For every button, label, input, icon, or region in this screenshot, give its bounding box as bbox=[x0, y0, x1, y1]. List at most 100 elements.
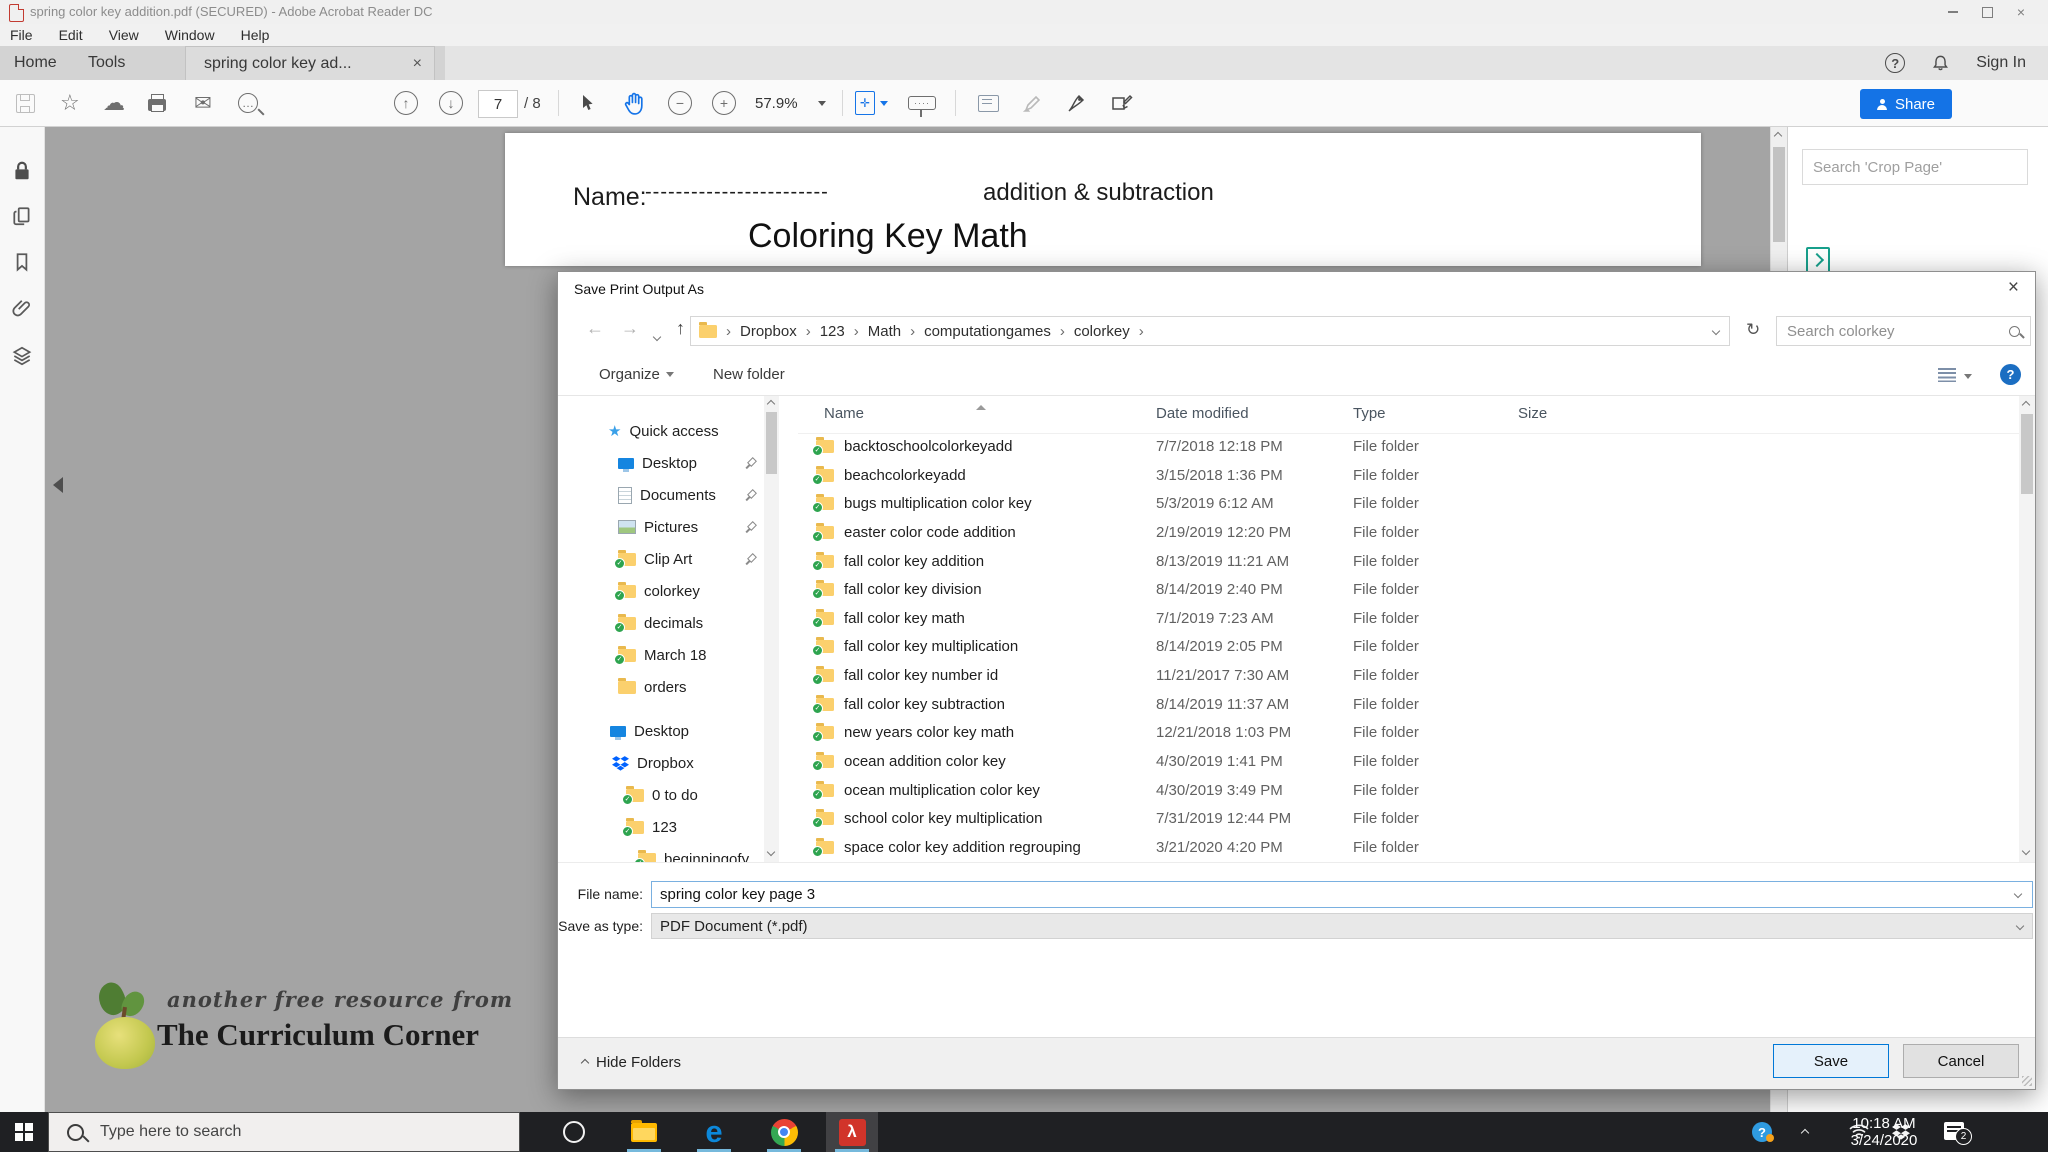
taskbar-clock[interactable]: 10:18 AM 3/24/2020 bbox=[1838, 1115, 1930, 1149]
save-icon[interactable] bbox=[16, 80, 35, 126]
share-button[interactable]: Share bbox=[1860, 89, 1952, 119]
menu-view[interactable]: View bbox=[109, 27, 139, 43]
nav-back-icon[interactable]: ← bbox=[586, 318, 604, 339]
menu-help[interactable]: Help bbox=[241, 27, 270, 43]
file-row[interactable]: fall color key multiplication 8/14/2019 … bbox=[798, 633, 2019, 662]
highlighter-icon[interactable] bbox=[1022, 80, 1044, 126]
organize-button[interactable]: Organize bbox=[599, 366, 674, 383]
file-row[interactable]: school color key multiplication 7/31/201… bbox=[798, 805, 2019, 834]
tree-scroll-up-icon[interactable] bbox=[767, 400, 775, 408]
breadcrumb-dropbox[interactable]: Dropbox bbox=[740, 323, 797, 340]
zoom-level[interactable]: 57.9% bbox=[755, 80, 798, 126]
dialog-help-icon[interactable]: ? bbox=[2000, 364, 2021, 385]
tree-item-123[interactable]: 123 bbox=[558, 816, 764, 838]
email-icon[interactable]: ✉ bbox=[194, 80, 212, 126]
file-row[interactable]: backtoschoolcolorkeyadd 7/7/2018 12:18 P… bbox=[798, 433, 2019, 462]
tray-help-icon[interactable]: ? bbox=[1752, 1122, 1772, 1142]
address-dropdown-icon[interactable] bbox=[1712, 327, 1720, 335]
tree-item-beginningofy[interactable]: beginningofy bbox=[558, 848, 764, 862]
scrolling-mode-icon[interactable]: ···· bbox=[908, 80, 936, 126]
page-up-icon[interactable]: ↑ bbox=[394, 80, 418, 126]
zoom-in-icon[interactable]: + bbox=[712, 80, 736, 126]
address-bar[interactable]: › Dropbox › 123 › Math › computationgame… bbox=[690, 316, 1730, 346]
tree-item-clip-art[interactable]: Clip Art bbox=[558, 548, 764, 570]
tree-item-dropbox[interactable]: Dropbox bbox=[558, 752, 764, 774]
maximize-button[interactable] bbox=[1970, 0, 2004, 24]
column-size[interactable]: Size bbox=[1518, 405, 1547, 422]
column-type[interactable]: Type bbox=[1353, 405, 1386, 422]
start-button[interactable] bbox=[0, 1112, 48, 1152]
zoom-search-icon[interactable]: … bbox=[238, 80, 258, 126]
panel-collapse-arrow-icon[interactable] bbox=[53, 477, 63, 493]
security-lock-icon[interactable] bbox=[11, 160, 33, 182]
file-row[interactable]: fall color key addition 8/13/2019 11:21 … bbox=[798, 548, 2019, 577]
file-name-input[interactable] bbox=[651, 881, 2033, 908]
sign-pen-icon[interactable] bbox=[1066, 80, 1088, 126]
save-dialog-close-icon[interactable]: × bbox=[2008, 277, 2019, 299]
tree-quick-access[interactable]: ★ Quick access bbox=[558, 420, 764, 442]
tree-item-decimals[interactable]: decimals bbox=[558, 612, 764, 634]
new-folder-button[interactable]: New folder bbox=[713, 366, 785, 383]
chrome-button[interactable] bbox=[758, 1112, 810, 1152]
nav-up-icon[interactable]: ↑ bbox=[676, 318, 685, 339]
dialog-search-box[interactable]: Search colorkey bbox=[1776, 316, 2031, 346]
tray-overflow-icon[interactable] bbox=[1801, 1129, 1809, 1137]
file-row[interactable]: ocean multiplication color key 4/30/2019… bbox=[798, 777, 2019, 806]
print-icon[interactable] bbox=[148, 80, 166, 126]
cancel-button[interactable]: Cancel bbox=[1903, 1044, 2019, 1078]
nav-forward-icon[interactable]: → bbox=[621, 318, 639, 339]
hand-tool-icon[interactable] bbox=[622, 80, 646, 126]
tree-scrollbar-thumb[interactable] bbox=[766, 412, 777, 474]
save-as-type-select[interactable]: PDF Document (*.pdf) bbox=[651, 913, 2033, 939]
fit-page-dropdown-icon[interactable] bbox=[880, 80, 888, 126]
tab-close-icon[interactable]: × bbox=[413, 55, 422, 73]
page-number-input[interactable]: 7 bbox=[478, 90, 518, 118]
tree-item-desktop[interactable]: Desktop bbox=[558, 452, 764, 474]
tree-item-desktop-root[interactable]: Desktop bbox=[558, 720, 764, 742]
column-name[interactable]: Name bbox=[824, 405, 864, 422]
minimize-button[interactable] bbox=[1936, 0, 1970, 24]
column-date-modified[interactable]: Date modified bbox=[1156, 405, 1249, 422]
list-scroll-down-icon[interactable] bbox=[2022, 847, 2030, 855]
file-row[interactable]: easter color code addition 2/19/2019 12:… bbox=[798, 519, 2019, 548]
acrobat-button[interactable]: λ bbox=[826, 1112, 878, 1152]
tree-item-colorkey[interactable]: colorkey bbox=[558, 580, 764, 602]
tree-scroll-down-icon[interactable] bbox=[767, 848, 775, 856]
breadcrumb-colorkey[interactable]: colorkey bbox=[1074, 323, 1130, 340]
bookmarks-icon[interactable] bbox=[11, 251, 33, 273]
tree-item-orders[interactable]: orders bbox=[558, 676, 764, 698]
breadcrumb-123[interactable]: 123 bbox=[820, 323, 845, 340]
tools-search-box[interactable]: Search 'Crop Page' bbox=[1802, 149, 2028, 185]
refresh-icon[interactable]: ↻ bbox=[1746, 320, 1760, 340]
comment-icon[interactable] bbox=[978, 80, 999, 126]
tab-home[interactable]: Home bbox=[14, 46, 57, 80]
tree-item-march-18[interactable]: March 18 bbox=[558, 644, 764, 666]
fit-page-icon[interactable]: ✛ bbox=[855, 80, 875, 126]
tree-item-pictures[interactable]: Pictures bbox=[558, 516, 764, 538]
attachments-icon[interactable] bbox=[11, 297, 33, 319]
breadcrumb-computationgames[interactable]: computationgames bbox=[924, 323, 1051, 340]
cloud-upload-icon[interactable]: ☁ bbox=[103, 80, 125, 126]
file-explorer-button[interactable] bbox=[618, 1112, 670, 1152]
select-tool-icon[interactable] bbox=[580, 80, 594, 126]
file-row[interactable]: fall color key number id 11/21/2017 7:30… bbox=[798, 662, 2019, 691]
file-row[interactable]: fall color key division 8/14/2019 2:40 P… bbox=[798, 576, 2019, 605]
tree-item-documents[interactable]: Documents bbox=[558, 484, 764, 506]
save-dialog-title-bar[interactable]: Save Print Output As × bbox=[558, 272, 2035, 306]
menu-file[interactable]: File bbox=[10, 27, 33, 43]
menu-edit[interactable]: Edit bbox=[59, 27, 83, 43]
file-row[interactable]: beachcolorkeyadd 3/15/2018 1:36 PM File … bbox=[798, 462, 2019, 491]
breadcrumb-math[interactable]: Math bbox=[868, 323, 901, 340]
sign-in-button[interactable]: Sign In bbox=[1976, 54, 2026, 72]
star-icon[interactable]: ☆ bbox=[60, 80, 80, 126]
save-button[interactable]: Save bbox=[1773, 1044, 1889, 1078]
bell-icon[interactable] bbox=[1931, 53, 1950, 73]
resize-grip[interactable] bbox=[2022, 1076, 2032, 1086]
page-down-icon[interactable]: ↓ bbox=[439, 80, 463, 126]
tree-item-0-to-do[interactable]: 0 to do bbox=[558, 784, 764, 806]
tab-document[interactable]: spring color key ad... × bbox=[185, 46, 435, 80]
close-button[interactable]: × bbox=[2004, 0, 2038, 24]
list-scrollbar-thumb[interactable] bbox=[2021, 414, 2033, 494]
zoom-dropdown-icon[interactable] bbox=[818, 80, 826, 126]
menu-window[interactable]: Window bbox=[165, 27, 215, 43]
